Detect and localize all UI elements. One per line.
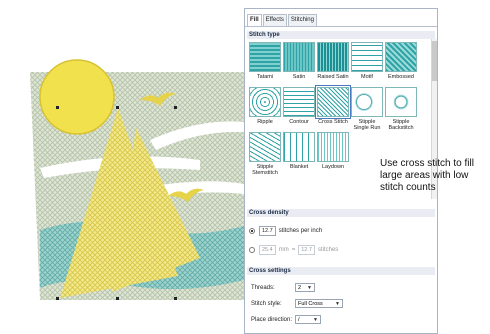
stitch-type-label: Laydown	[321, 164, 345, 170]
stitch-type-label: Stipple Stemstitch	[252, 164, 278, 176]
tab-effects[interactable]: Effects	[262, 14, 287, 26]
stitch-type-label: Satin	[292, 74, 306, 80]
stitch-type-label: Contour	[289, 119, 309, 125]
stipple-single-run-icon	[351, 87, 383, 117]
stipple-stemstitch-icon	[249, 132, 281, 162]
stitch-style-label: Stitch style:	[251, 301, 282, 307]
place-direction-label: Place direction:	[251, 317, 293, 323]
density-mm-row: 25.4 mm = 12.7 stitches	[249, 245, 338, 255]
stitch-type-label: Embossed	[388, 74, 414, 80]
chevron-down-icon: ▼	[307, 285, 312, 291]
stitch-type-stipple-backstitch[interactable]: Stipple Backstitch	[385, 87, 417, 131]
threads-value: 2	[298, 285, 302, 291]
stitch-type-label: Stipple Backstitch	[388, 119, 414, 131]
stitch-type-laydown[interactable]: Laydown	[317, 132, 349, 170]
stitch-type-motif[interactable]: Motif	[351, 42, 383, 80]
satin-icon	[283, 42, 315, 72]
tab-fill[interactable]: Fill	[247, 14, 262, 26]
sun-shape	[39, 59, 115, 135]
stitch-style-select[interactable]: Full Cross ▼	[295, 299, 343, 308]
blanket-icon	[283, 132, 315, 162]
motif-icon	[351, 42, 383, 72]
stitch-type-label: Tatami	[256, 74, 274, 80]
stitch-type-label: Cross Stitch	[318, 119, 348, 125]
threads-select[interactable]: 2 ▼	[295, 283, 315, 292]
mm-equals: =	[291, 247, 296, 253]
tab-stitching[interactable]: Stitching	[287, 14, 317, 26]
stitch-type-label: Stipple Single Run	[353, 119, 381, 131]
place-direction-value: /	[298, 317, 300, 323]
stitch-type-embossed[interactable]: Embossed	[385, 42, 417, 80]
density-per-inch-row: 12.7 stitches per inch	[249, 226, 322, 236]
stitch-type-header: Stitch type	[247, 31, 435, 39]
ripple-icon	[249, 87, 281, 117]
callout-annotation: Use cross stitch to fill large areas wit…	[380, 158, 474, 193]
stitch-type-cross-stitch[interactable]: Cross Stitch	[315, 85, 351, 125]
mm-input[interactable]: 25.4	[259, 245, 276, 255]
mm-count-input[interactable]: 12.7	[298, 245, 315, 255]
stitch-type-label: Motif	[361, 74, 373, 80]
stitch-type-ripple[interactable]: Ripple	[249, 87, 281, 125]
mm-radio[interactable]	[249, 247, 255, 253]
per-inch-radio[interactable]	[249, 228, 255, 234]
stitch-type-stipple-single-run[interactable]: Stipple Single Run	[351, 87, 383, 131]
chevron-down-icon: ▼	[313, 317, 318, 323]
stitch-type-label: Blanket	[289, 164, 309, 170]
stitch-type-stipple-stemstitch[interactable]: Stipple Stemstitch	[249, 132, 281, 176]
mm-unit: mm	[278, 247, 289, 253]
scrollbar-thumb[interactable]	[432, 41, 437, 81]
contour-icon	[283, 87, 315, 117]
stipple-backstitch-icon	[385, 87, 417, 117]
cross-density-header: Cross density	[247, 209, 435, 217]
per-inch-input[interactable]: 12.7	[259, 226, 276, 236]
cross-settings-header: Cross settings	[247, 267, 435, 275]
stitch-type-label: Raised Satin	[317, 74, 349, 80]
stitch-style-value: Full Cross	[298, 301, 323, 307]
stitch-type-blanket[interactable]: Blanket	[283, 132, 315, 170]
tatami-icon	[249, 42, 281, 72]
cross-stitch-icon	[315, 85, 351, 119]
stitch-type-label: Ripple	[257, 119, 273, 125]
chevron-down-icon: ▼	[335, 301, 340, 307]
per-inch-label: stitches per inch	[278, 228, 323, 234]
stitch-type-satin[interactable]: Satin	[283, 42, 315, 80]
stitch-type-contour[interactable]: Contour	[283, 87, 315, 125]
embossed-icon	[385, 42, 417, 72]
tab-divider	[245, 26, 437, 27]
raised-satin-icon	[317, 42, 349, 72]
threads-label: Threads:	[251, 285, 275, 291]
stitch-type-tatami[interactable]: Tatami	[249, 42, 281, 80]
panel-tabs: Fill Effects Stitching	[247, 14, 318, 26]
place-direction-select[interactable]: / ▼	[295, 315, 321, 324]
laydown-icon	[317, 132, 349, 162]
stitch-type-raised-satin[interactable]: Raised Satin	[317, 42, 349, 80]
mm-count-label: stitches	[317, 247, 339, 253]
